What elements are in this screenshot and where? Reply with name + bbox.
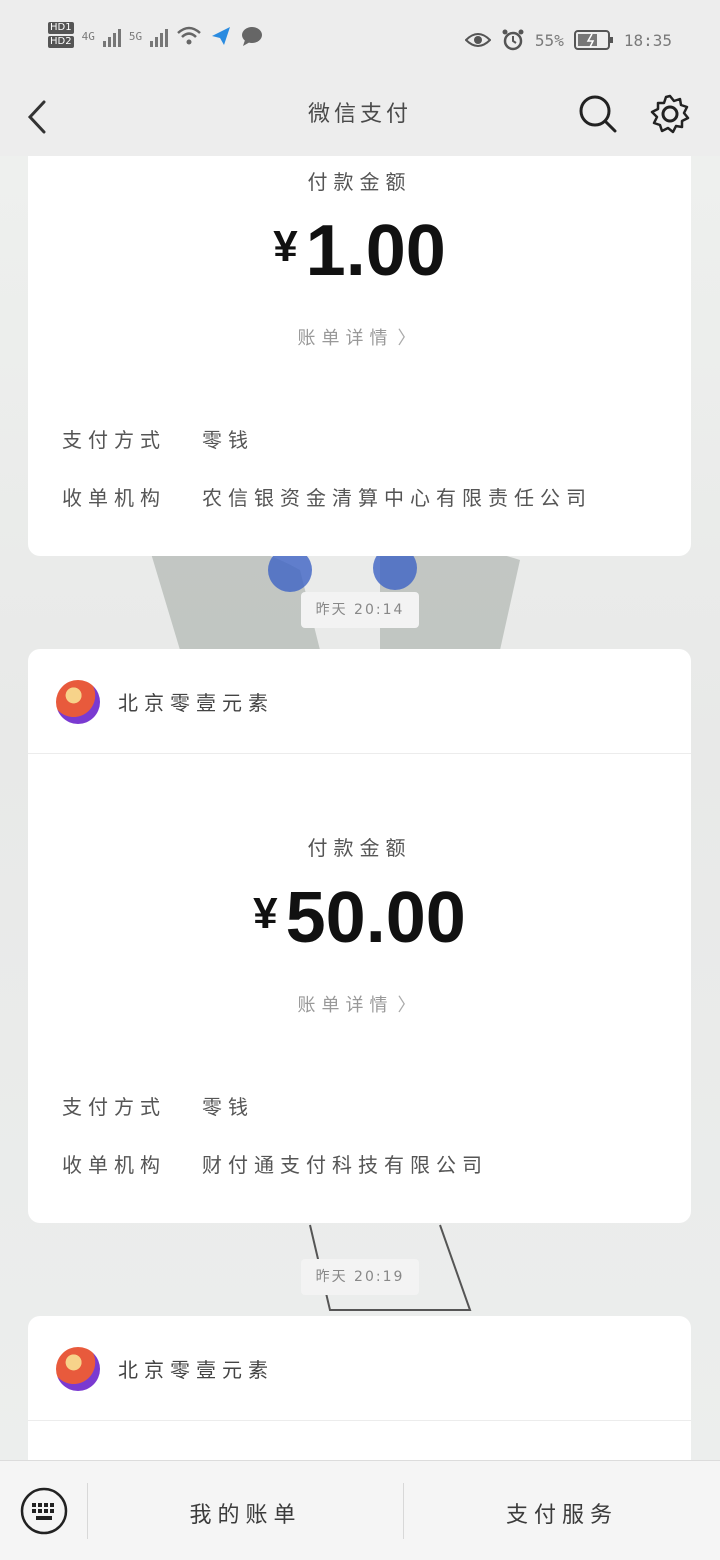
chevron-right-icon: 〉 xyxy=(397,328,422,349)
payment-card[interactable]: 北京零壹元素 付款金额 ¥50.00 账单详情〉 支付方式 零钱 收单机构 财付… xyxy=(28,649,691,1223)
keyboard-icon[interactable] xyxy=(20,1487,68,1535)
payment-method-label: 支付方式 xyxy=(62,1095,166,1119)
institution-row: 收单机构 农信银资金清算中心有限责任公司 xyxy=(62,482,592,511)
payment-method-label: 支付方式 xyxy=(62,428,166,452)
message-icon xyxy=(242,27,263,46)
send-icon xyxy=(212,27,231,45)
payment-method-row: 支付方式 零钱 xyxy=(62,1091,254,1120)
bill-detail-label: 账单详情 xyxy=(297,995,394,1016)
status-bar: HD1 HD2 4G 5G 55% 18:35 xyxy=(0,0,720,80)
my-bills-button[interactable]: 我的账单 xyxy=(88,1497,403,1529)
chevron-right-icon: 〉 xyxy=(397,995,422,1016)
network-type-2: 5G xyxy=(128,29,143,43)
amount-value: 50.00 xyxy=(285,878,466,958)
battery-icon xyxy=(573,30,613,50)
institution-value: 农信银资金清算中心有限责任公司 xyxy=(202,486,592,510)
wifi-icon xyxy=(177,26,201,45)
gear-icon[interactable] xyxy=(648,92,692,136)
merchant-header: 北京零壹元素 xyxy=(28,1316,691,1421)
institution-value: 财付通支付科技有限公司 xyxy=(202,1153,488,1177)
signal-icon xyxy=(102,25,121,47)
merchant-name: 北京零壹元素 xyxy=(118,1358,274,1382)
network-type: 4G xyxy=(81,29,95,43)
institution-label: 收单机构 xyxy=(62,1153,166,1177)
amount-label: 付款金额 xyxy=(307,170,412,194)
institution-row: 收单机构 财付通支付科技有限公司 xyxy=(62,1149,488,1178)
merchant-avatar xyxy=(56,680,100,724)
merchant-name: 北京零壹元素 xyxy=(118,691,274,715)
payment-method-value: 零钱 xyxy=(202,1095,254,1119)
institution-label: 收单机构 xyxy=(62,486,166,510)
bill-detail-link[interactable]: 账单详情〉 xyxy=(28,324,691,350)
bill-detail-link[interactable]: 账单详情〉 xyxy=(28,991,691,1017)
navigation-bar: 微信支付 xyxy=(0,80,720,156)
payment-method-row: 支付方式 零钱 xyxy=(62,424,254,453)
bill-detail-label: 账单详情 xyxy=(297,328,394,349)
search-icon[interactable] xyxy=(576,92,620,136)
bottom-menu-bar: 我的账单 支付服务 xyxy=(0,1460,720,1560)
merchant-header: 北京零壹元素 xyxy=(28,649,691,754)
message-timestamp: 昨天 20:19 xyxy=(301,1259,419,1295)
alarm-icon xyxy=(502,29,524,51)
payment-method-value: 零钱 xyxy=(202,428,254,452)
merchant-avatar xyxy=(56,1347,100,1391)
payment-amount: ¥1.00 xyxy=(28,210,691,292)
currency-symbol: ¥ xyxy=(273,222,298,271)
hd-icon: HD1 HD2 xyxy=(48,22,74,48)
payment-amount: ¥50.00 xyxy=(28,877,691,959)
pay-services-button[interactable]: 支付服务 xyxy=(404,1497,720,1529)
message-timestamp: 昨天 20:14 xyxy=(301,592,419,628)
currency-symbol: ¥ xyxy=(253,889,278,938)
signal-icon-2 xyxy=(150,25,169,47)
battery-percent: 55% xyxy=(534,30,564,50)
clock: 18:35 xyxy=(623,30,672,50)
payment-card[interactable]: 付款金额 ¥1.00 账单详情〉 支付方式 零钱 收单机构 农信银资金清算中心有… xyxy=(28,110,691,556)
amount-value: 1.00 xyxy=(305,211,446,291)
eye-icon xyxy=(464,33,491,47)
amount-label: 付款金额 xyxy=(307,836,412,860)
